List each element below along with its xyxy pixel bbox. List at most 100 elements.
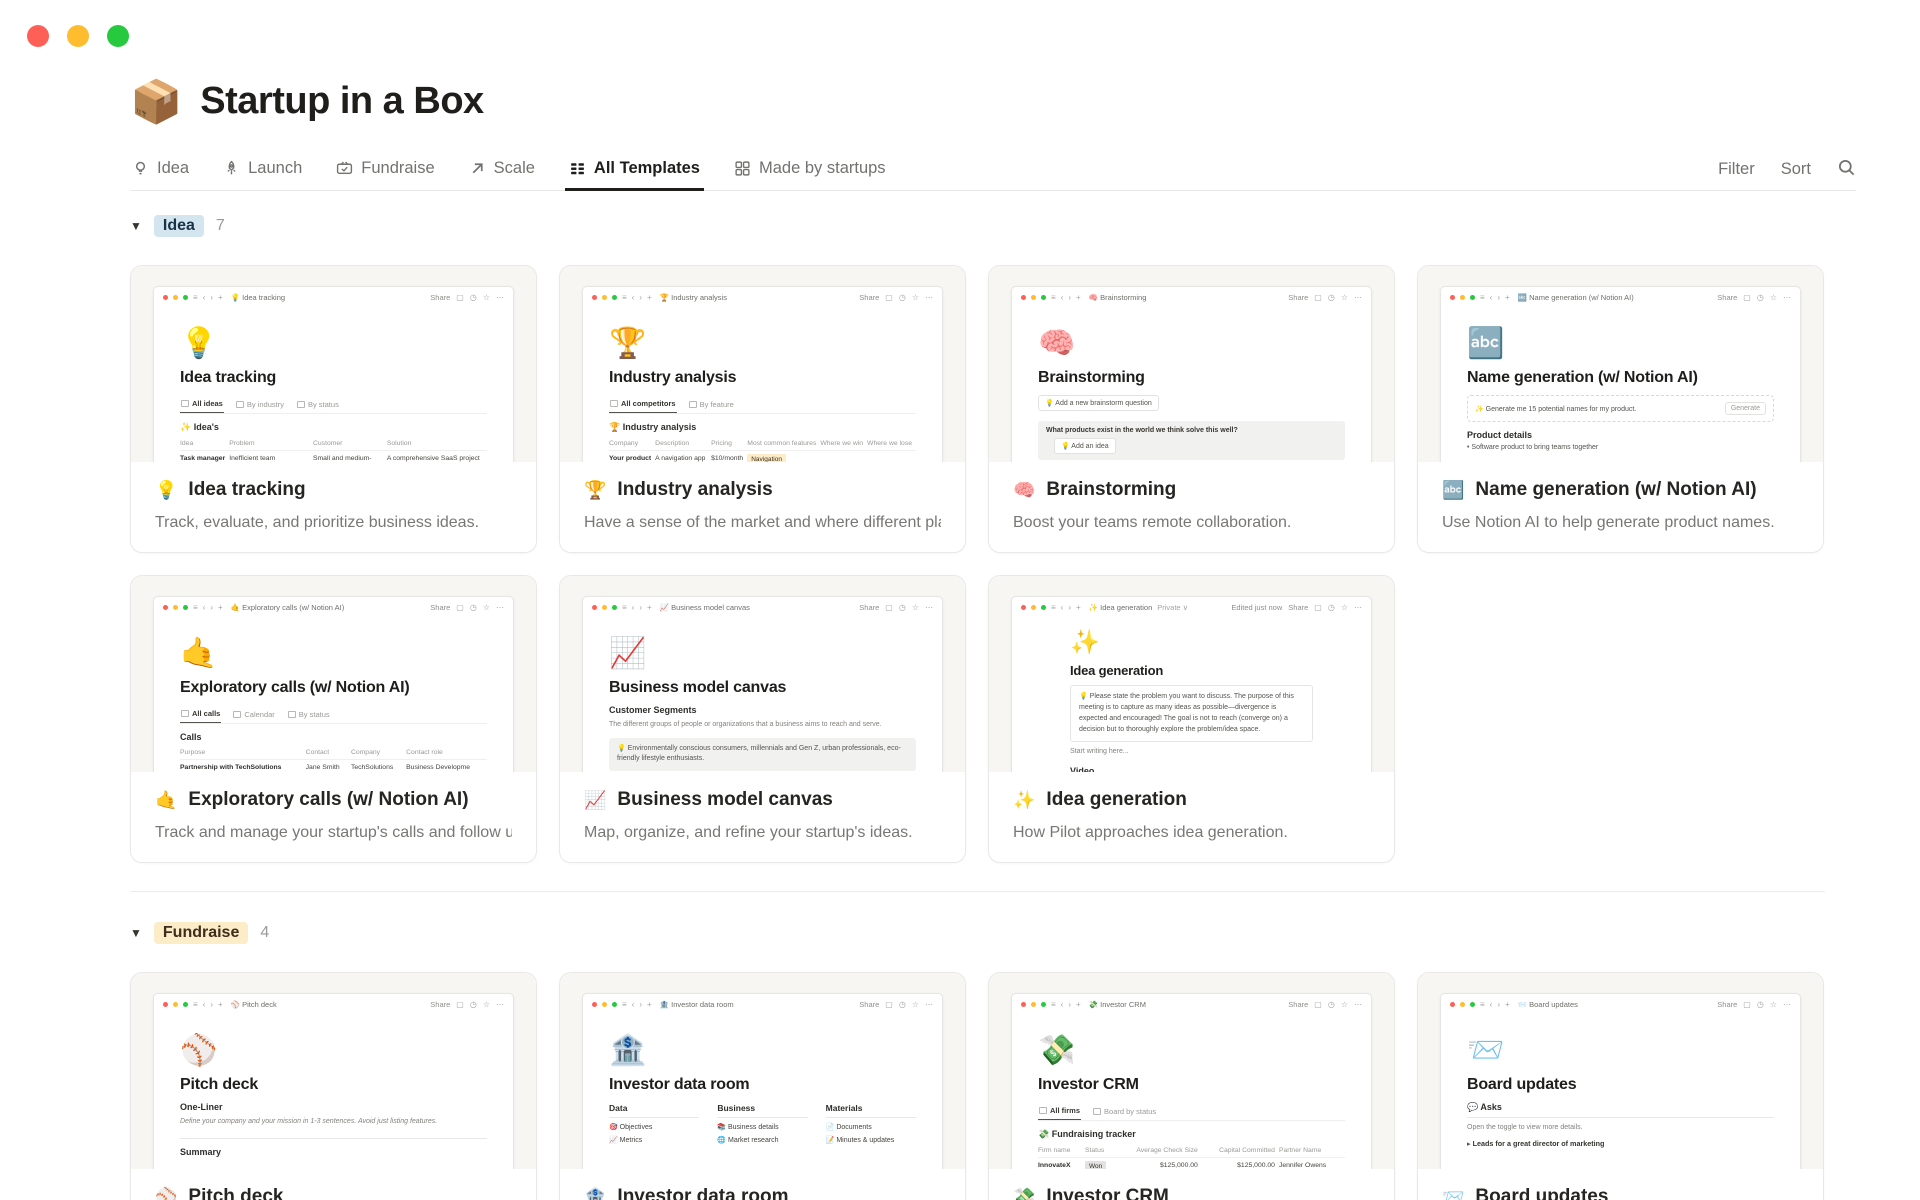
back-icon: ‹ (1060, 602, 1064, 612)
template-card[interactable]: ≡ ‹ › + ⚾ Pitch deck Share ▢ ◷ ☆ ⋯ ⚾ Pit… (130, 972, 537, 1200)
template-card[interactable]: ≡ ‹ › + 📈 Business model canvas Share ▢ … (559, 575, 966, 863)
mini-zoom-icon (612, 604, 617, 610)
mini-window-chrome: ≡ ‹ › + 💸 Investor CRM Share ▢ ◷ ☆ ⋯ (1012, 994, 1371, 1014)
mini-window-actions: Edited just now Share ▢ ◷ ☆ ⋯ (1231, 603, 1362, 612)
template-card[interactable]: ≡ ‹ › + 🏆 Industry analysis Share ▢ ◷ ☆ … (559, 265, 966, 553)
card-preview: ≡ ‹ › + 🤙 Exploratory calls (w/ Notion A… (131, 576, 536, 772)
card-footer: ⚾ Pitch deck (131, 1169, 536, 1200)
card-emoji-icon: 📈 (584, 789, 607, 810)
preview-column-heading: Business (717, 1103, 808, 1118)
preview-tab: All ideas (180, 396, 224, 413)
updates-icon: ◷ (898, 999, 906, 1009)
preview-question: What products exist in the world we thin… (1046, 427, 1238, 434)
card-emoji-icon: 📨 (1442, 1186, 1465, 1200)
mini-zoom-icon (183, 604, 188, 610)
sort-button[interactable]: Sort (1781, 160, 1811, 179)
tab-made-by-startups[interactable]: Made by startups (732, 149, 888, 190)
template-card[interactable]: ≡ ‹ › + ✨ Idea generation Private ∨ Edit… (988, 575, 1395, 863)
filter-button[interactable]: Filter (1718, 160, 1755, 179)
preview-tab: All firms (1038, 1103, 1082, 1120)
mini-window-chrome: ≡ ‹ › + ✨ Idea generation Private ∨ Edit… (1012, 597, 1371, 617)
card-title: Business model canvas (617, 789, 833, 810)
section-badge[interactable]: Fundraise (153, 922, 249, 944)
card-title-row: 📨 Board updates (1442, 1186, 1799, 1200)
more-icon: ⋯ (496, 999, 504, 1009)
preview-column-header: Status (1084, 1144, 1118, 1158)
template-card[interactable]: ≡ ‹ › + 🏦 Investor data room Share ▢ ◷ ☆… (559, 972, 966, 1200)
zoom-button[interactable] (107, 25, 129, 47)
preview-tab: Calendar (232, 706, 275, 723)
card-grid: ≡ ‹ › + ⚾ Pitch deck Share ▢ ◷ ☆ ⋯ ⚾ Pit… (130, 972, 1854, 1200)
preview-emoji-icon: 💸 (1038, 1034, 1076, 1067)
card-preview: ≡ ‹ › + 💡 Idea tracking Share ▢ ◷ ☆ ⋯ 💡 … (131, 266, 536, 462)
more-icon: ⋯ (925, 602, 933, 612)
preview-cell: $125,000.00 (1117, 1157, 1202, 1169)
menu-icon: ≡ (622, 292, 627, 302)
menu-icon: ≡ (622, 999, 627, 1009)
preview-column-header: Purpose (180, 746, 306, 760)
section-count: 7 (215, 217, 225, 234)
search-icon[interactable] (1837, 158, 1856, 182)
more-icon: ⋯ (1783, 292, 1791, 302)
card-footer: 💸 Investor CRM (989, 1169, 1394, 1200)
forward-icon: › (639, 999, 643, 1009)
mini-minimize-icon (173, 604, 178, 610)
mini-zoom-icon (1041, 294, 1046, 300)
close-button[interactable] (27, 25, 49, 47)
template-card[interactable]: ≡ ‹ › + 🧠 Brainstorming Share ▢ ◷ ☆ ⋯ 🧠 … (988, 265, 1395, 553)
preview-table-header-row: Purpose Contact Company Contact role (180, 746, 487, 760)
section-toggle-icon[interactable]: ▼ (130, 926, 142, 940)
preview-blocks: Data 🎯 Objectives 📈 Metrics Business 📚 Busin… (609, 1103, 916, 1144)
preview-tab: By industry (235, 396, 285, 413)
preview-cell: $10/month (711, 450, 748, 462)
forward-icon: › (1497, 292, 1501, 302)
preview-table-header-row: Firm name Status Average Check Size Capital… (1038, 1144, 1345, 1158)
preview-table-row: Task managerInefficient team collaborati… (180, 450, 487, 462)
mini-window-body: 📈 Business model canvas Customer Segment… (583, 639, 942, 772)
forward-icon: › (210, 999, 214, 1009)
template-card[interactable]: ≡ ‹ › + 🤙 Exploratory calls (w/ Notion A… (130, 575, 537, 863)
card-preview: ≡ ‹ › + ✨ Idea generation Private ∨ Edit… (989, 576, 1394, 772)
tab-scale[interactable]: All Templates Scale (467, 149, 537, 190)
preview-blocks: All firms Board by status 💸 Fundraising tr… (1038, 1103, 1345, 1169)
card-emoji-icon: ✨ (1013, 789, 1036, 810)
card-title: Board updates (1475, 1186, 1609, 1200)
template-card[interactable]: ≡ ‹ › + 📨 Board updates Share ▢ ◷ ☆ ⋯ 📨 … (1417, 972, 1824, 1200)
section-badge[interactable]: Idea (153, 215, 204, 237)
more-icon: ⋯ (925, 292, 933, 302)
mini-window-actions: Share ▢ ◷ ☆ ⋯ (853, 293, 933, 302)
menu-icon: ≡ (193, 602, 198, 612)
tab-all-templates[interactable]: All Templates (564, 149, 705, 191)
window-controls (27, 25, 129, 47)
star-icon: ☆ (911, 292, 919, 302)
star-icon: ☆ (1769, 999, 1777, 1009)
back-icon: ‹ (202, 292, 206, 302)
section-toggle-icon[interactable]: ▼ (130, 219, 142, 233)
comment-icon: ▢ (1314, 292, 1322, 302)
mini-window: ≡ ‹ › + 📈 Business model canvas Share ▢ … (582, 596, 943, 772)
comment-icon: ▢ (456, 999, 464, 1009)
preview-text: Open the toggle to view more details. (1467, 1124, 1583, 1131)
template-card[interactable]: ≡ ‹ › + 🔤 Name generation (w/ Notion AI)… (1417, 265, 1824, 553)
tab-launch[interactable]: Launch (221, 149, 304, 190)
mini-minimize-icon (602, 1001, 607, 1007)
card-title-row: 🤙 Exploratory calls (w/ Notion AI) (155, 789, 512, 811)
minimize-button[interactable] (67, 25, 89, 47)
preview-cell: Inefficient team collaboration and proje… (229, 450, 313, 462)
share-label: Share (1288, 292, 1309, 302)
preview-column-header: Company (350, 746, 407, 760)
template-card[interactable]: ≡ ‹ › + 💸 Investor CRM Share ▢ ◷ ☆ ⋯ 💸 I… (988, 972, 1395, 1200)
updates-icon: ◷ (469, 602, 477, 612)
mini-window-chrome: ≡ ‹ › + ⚾ Pitch deck Share ▢ ◷ ☆ ⋯ (154, 994, 513, 1014)
tab-fundraise[interactable]: Fundraise (334, 149, 436, 190)
back-icon: ‹ (631, 999, 635, 1009)
forward-icon: › (210, 602, 214, 612)
back-icon: ‹ (1060, 292, 1064, 302)
share-label: Share (1717, 999, 1738, 1009)
card-title-row: 🧠 Brainstorming (1013, 479, 1370, 501)
tab-idea[interactable]: Idea (130, 149, 191, 190)
preview-emoji-icon: ✨ (1070, 629, 1100, 656)
preview-table: Firm name Status Average Check Size Capital… (1038, 1144, 1345, 1169)
preview-tab: Board by status (1092, 1103, 1157, 1120)
template-card[interactable]: ≡ ‹ › + 💡 Idea tracking Share ▢ ◷ ☆ ⋯ 💡 … (130, 265, 537, 553)
